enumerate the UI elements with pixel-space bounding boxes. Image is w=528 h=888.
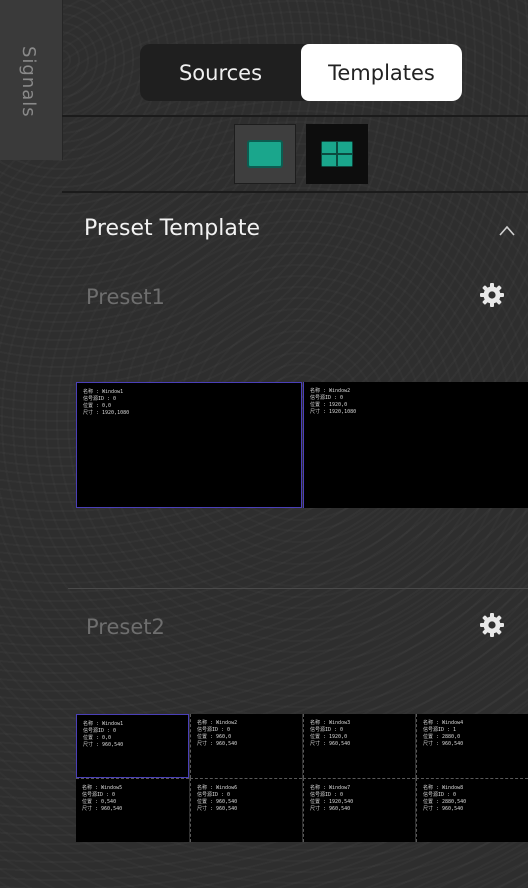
template-window: 名称 : Window4 信号源ID : 1 位置 : 2880,0 尺寸 : 96…	[416, 714, 528, 778]
template-window: 名称 : Window2 信号源ID : 0 位置 : 960,0 尺寸 : 960…	[190, 714, 302, 778]
toolbar-bottom-divider	[62, 191, 528, 193]
window-info: 名称 : Window7 信号源ID : 0 位置 : 1920,540 尺寸 : …	[310, 785, 354, 812]
single-layout-icon	[247, 140, 283, 168]
sources-templates-toggle: Sources Templates	[140, 44, 462, 101]
signals-tab-label: Signals	[18, 46, 39, 118]
single-layout-button[interactable]	[234, 124, 296, 184]
template-window: 名称 : Window7 信号源ID : 0 位置 : 1920,540 尺寸 : …	[303, 778, 415, 842]
quad-layout-button[interactable]	[306, 124, 368, 184]
window-info: 名称 : Window3 信号源ID : 0 位置 : 1920,0 尺寸 : 96…	[310, 720, 351, 747]
preset-title: Preset2	[86, 615, 165, 639]
section-title: Preset Template	[84, 216, 260, 241]
template-window: 名称 : Window3 信号源ID : 0 位置 : 1920,0 尺寸 : 96…	[303, 714, 415, 778]
gear-icon[interactable]	[478, 281, 506, 309]
window-info: 名称 : Window8 信号源ID : 0 位置 : 2880,540 尺寸 : …	[423, 785, 467, 812]
preset-title: Preset1	[86, 285, 165, 309]
signals-side-tab[interactable]: Signals	[0, 0, 63, 160]
template-window: 名称 : Window5 信号源ID : 0 位置 : 0,540 尺寸 : 960…	[76, 778, 189, 842]
tab-templates[interactable]: Templates	[301, 44, 462, 101]
template-window: 名称 : Window1 信号源ID : 0 位置 : 0,0 尺寸 : 960,5…	[76, 714, 189, 778]
window-info: 名称 : Window2 信号源ID : 0 位置 : 1920,0 尺寸 : …	[310, 388, 357, 415]
quad-layout-icon	[321, 141, 353, 167]
template-window: 名称 : Window2 信号源ID : 0 位置 : 1920,0 尺寸 : …	[303, 382, 528, 508]
window-info: 名称 : Window4 信号源ID : 1 位置 : 2880,0 尺寸 : 96…	[423, 720, 464, 747]
chevron-up-icon[interactable]	[498, 222, 516, 240]
template-window: 名称 : Window8 信号源ID : 0 位置 : 2880,540 尺寸 : …	[416, 778, 528, 842]
toolbar-top-divider	[62, 115, 528, 117]
window-info: 名称 : Window2 信号源ID : 0 位置 : 960,0 尺寸 : 960…	[197, 720, 238, 747]
window-info: 名称 : Window6 信号源ID : 0 位置 : 960,540 尺寸 : 9…	[197, 785, 238, 812]
preset-divider	[68, 588, 528, 589]
template-window: 名称 : Window6 信号源ID : 0 位置 : 960,540 尺寸 : 9…	[190, 778, 302, 842]
window-info: 名称 : Window1 信号源ID : 0 位置 : 0,0 尺寸 : 192…	[83, 389, 130, 416]
window-info: 名称 : Window1 信号源ID : 0 位置 : 0,0 尺寸 : 960,5…	[83, 721, 124, 748]
template-window: 名称 : Window1 信号源ID : 0 位置 : 0,0 尺寸 : 192…	[76, 382, 302, 508]
tab-sources[interactable]: Sources	[140, 44, 301, 101]
window-info: 名称 : Window5 信号源ID : 0 位置 : 0,540 尺寸 : 960…	[82, 785, 123, 812]
gear-icon[interactable]	[478, 611, 506, 639]
